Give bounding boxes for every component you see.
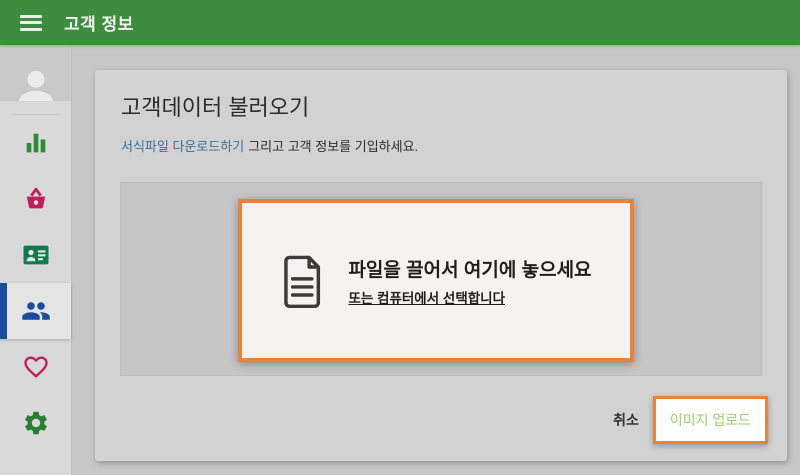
heart-icon: [23, 356, 48, 378]
app-header: 고객 정보: [0, 0, 800, 45]
document-icon: [280, 252, 326, 310]
card-title: 고객데이터 불러오기: [121, 95, 310, 120]
drop-instruction-text: 파일을 끌어서 여기에 놓으세요: [348, 259, 592, 281]
sidebar-item-favorites[interactable]: [0, 339, 71, 395]
avatar[interactable]: [0, 45, 71, 101]
person-silhouette-icon: [18, 70, 53, 101]
file-dropzone[interactable]: 파일을 끌어서 여기에 놓으세요 또는 컴퓨터에서 선택합니다: [120, 182, 762, 376]
bar-chart-icon: [26, 133, 45, 153]
image-upload-button[interactable]: 이미지 업로드: [655, 399, 765, 441]
contact-card-icon: [23, 245, 48, 265]
menu-bar: [20, 21, 42, 24]
gear-icon: [24, 411, 47, 435]
upload-button-highlight: 이미지 업로드: [652, 396, 768, 444]
sidebar: [0, 45, 72, 475]
instructions-rest: 그리고 고객 정보를 기입하세요.: [248, 139, 419, 154]
import-customer-data-card: 고객데이터 불러오기 서식파일 다운로드하기 그리고 고객 정보를 기입하세요. …: [95, 70, 787, 461]
sidebar-item-bar-chart[interactable]: [0, 115, 71, 171]
dropzone-texts: 파일을 끌어서 여기에 놓으세요 또는 컴퓨터에서 선택합니다: [348, 255, 591, 307]
basket-icon: [26, 187, 45, 209]
cancel-button[interactable]: 취소: [607, 402, 645, 438]
sidebar-item-customers[interactable]: [0, 283, 71, 339]
menu-icon[interactable]: [20, 14, 42, 31]
menu-bar: [20, 14, 42, 18]
drop-target-highlight[interactable]: 파일을 끌어서 여기에 놓으세요 또는 컴퓨터에서 선택합니다: [238, 199, 634, 362]
instructions-text: 서식파일 다운로드하기 그리고 고객 정보를 기입하세요.: [121, 136, 418, 155]
sidebar-item-basket[interactable]: [0, 171, 71, 227]
menu-bar: [20, 27, 42, 31]
template-download-link[interactable]: 서식파일 다운로드하기: [121, 139, 244, 154]
file-select-link[interactable]: 또는 컴퓨터에서 선택합니다: [348, 287, 505, 307]
actions-row: 취소 이미지 업로드: [607, 396, 768, 444]
sidebar-item-settings[interactable]: [0, 395, 71, 451]
people-icon: [21, 302, 50, 320]
screen: 고객 정보 고객데이터 불러오기 서식파일 다운로드하기 그리고 고객 정보를 …: [0, 0, 800, 475]
sidebar-item-contact-card[interactable]: [0, 227, 71, 283]
page-title: 고객 정보: [64, 15, 134, 34]
